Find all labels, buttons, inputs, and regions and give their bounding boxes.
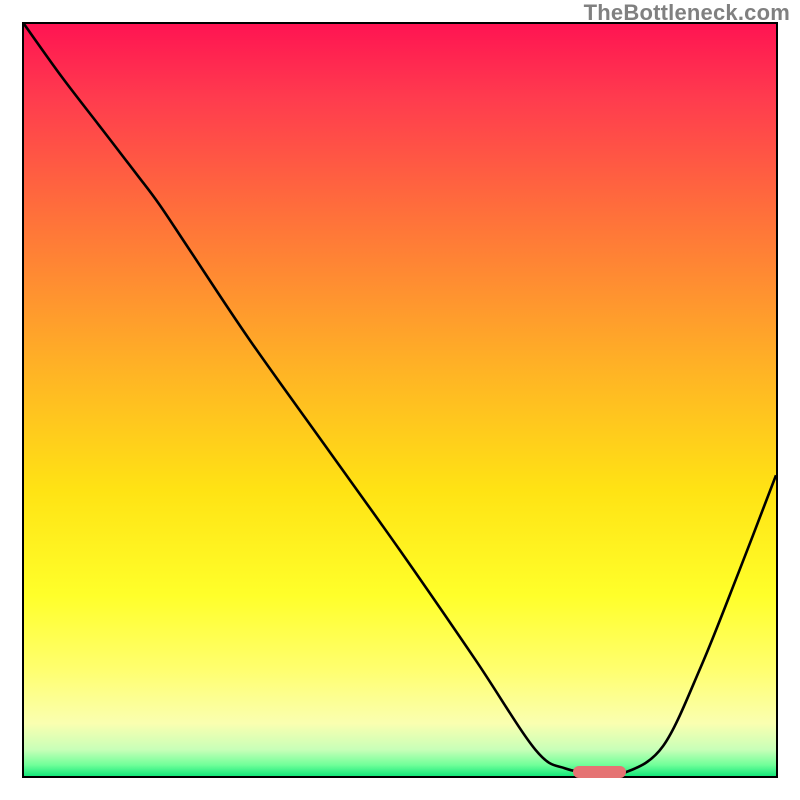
optimal-marker	[573, 766, 626, 778]
plot-area	[22, 22, 778, 778]
bottleneck-curve	[24, 24, 776, 776]
chart-root: TheBottleneck.com	[0, 0, 800, 800]
